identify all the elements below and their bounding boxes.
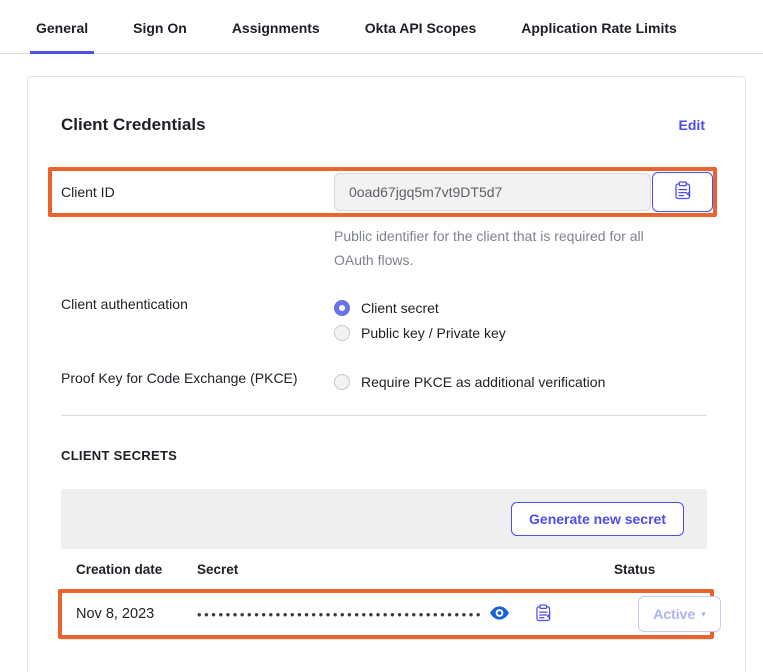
option-require-pkce[interactable]: Require PKCE as additional verification — [334, 370, 605, 393]
option-client-secret[interactable]: Client secret — [334, 296, 506, 319]
checkbox-unchecked-icon[interactable] — [334, 374, 350, 390]
clipboard-copy-icon — [675, 181, 691, 203]
pkce-row: Proof Key for Code Exchange (PKCE) Requi… — [61, 370, 705, 393]
column-header-status: Status — [614, 562, 692, 577]
app-tabs: General Sign On Assignments Okta API Sco… — [0, 0, 763, 54]
secret-status-cell: Active ▾ — [614, 596, 721, 632]
secret-value-cell: •••••••••••••••••••••••••••••••••••••••• — [197, 604, 614, 625]
tab-sign-on[interactable]: Sign On — [127, 14, 193, 54]
secret-row-bottom-border — [61, 639, 711, 640]
chevron-down-icon: ▾ — [701, 609, 706, 620]
general-settings-card: Client Credentials Edit Client ID Public… — [27, 76, 746, 672]
client-secrets-heading: CLIENT SECRETS — [61, 448, 705, 463]
client-id-row-highlight: Client ID — [48, 167, 717, 217]
status-dropdown-button[interactable]: Active ▾ — [638, 596, 721, 632]
option-public-private-key[interactable]: Public key / Private key — [334, 321, 506, 344]
generate-new-secret-button[interactable]: Generate new secret — [511, 502, 684, 536]
secret-creation-date: Nov 8, 2023 — [76, 606, 197, 622]
option-require-pkce-label: Require PKCE as additional verification — [361, 374, 605, 390]
secret-table-row-highlight: Nov 8, 2023 ••••••••••••••••••••••••••••… — [58, 589, 714, 639]
section-divider — [61, 415, 707, 416]
tab-okta-api-scopes[interactable]: Okta API Scopes — [359, 14, 483, 54]
clipboard-copy-icon — [536, 604, 551, 625]
copy-secret-button[interactable] — [536, 604, 551, 625]
secrets-table-header: Creation date Secret Status — [61, 549, 707, 589]
client-id-copy-button[interactable] — [652, 172, 713, 212]
tab-application-rate-limits[interactable]: Application Rate Limits — [515, 14, 683, 54]
reveal-secret-button[interactable] — [490, 606, 509, 623]
tab-assignments[interactable]: Assignments — [226, 14, 326, 54]
radio-selected-icon[interactable] — [334, 300, 350, 316]
client-id-input[interactable] — [334, 173, 651, 211]
client-authentication-label: Client authentication — [61, 296, 334, 312]
column-header-secret: Secret — [197, 562, 614, 577]
pkce-label: Proof Key for Code Exchange (PKCE) — [61, 370, 334, 386]
status-label: Active — [653, 606, 695, 622]
tab-general[interactable]: General — [30, 14, 94, 54]
option-client-secret-label: Client secret — [361, 300, 439, 316]
client-id-label: Client ID — [61, 184, 334, 200]
client-secrets-toolbar: Generate new secret — [61, 489, 707, 549]
client-credentials-title: Client Credentials — [61, 115, 206, 135]
option-public-private-key-label: Public key / Private key — [361, 325, 506, 341]
client-authentication-options: Client secret Public key / Private key — [334, 296, 506, 344]
eye-icon — [490, 606, 509, 623]
client-credentials-header: Client Credentials Edit — [61, 115, 705, 135]
column-header-creation-date: Creation date — [76, 562, 197, 577]
edit-link[interactable]: Edit — [679, 117, 705, 133]
masked-secret-value: •••••••••••••••••••••••••••••••••••••••• — [197, 607, 483, 622]
radio-unselected-icon[interactable] — [334, 325, 350, 341]
client-authentication-row: Client authentication Client secret Publ… — [61, 296, 705, 344]
client-id-help-text: Public identifier for the client that is… — [334, 224, 679, 272]
